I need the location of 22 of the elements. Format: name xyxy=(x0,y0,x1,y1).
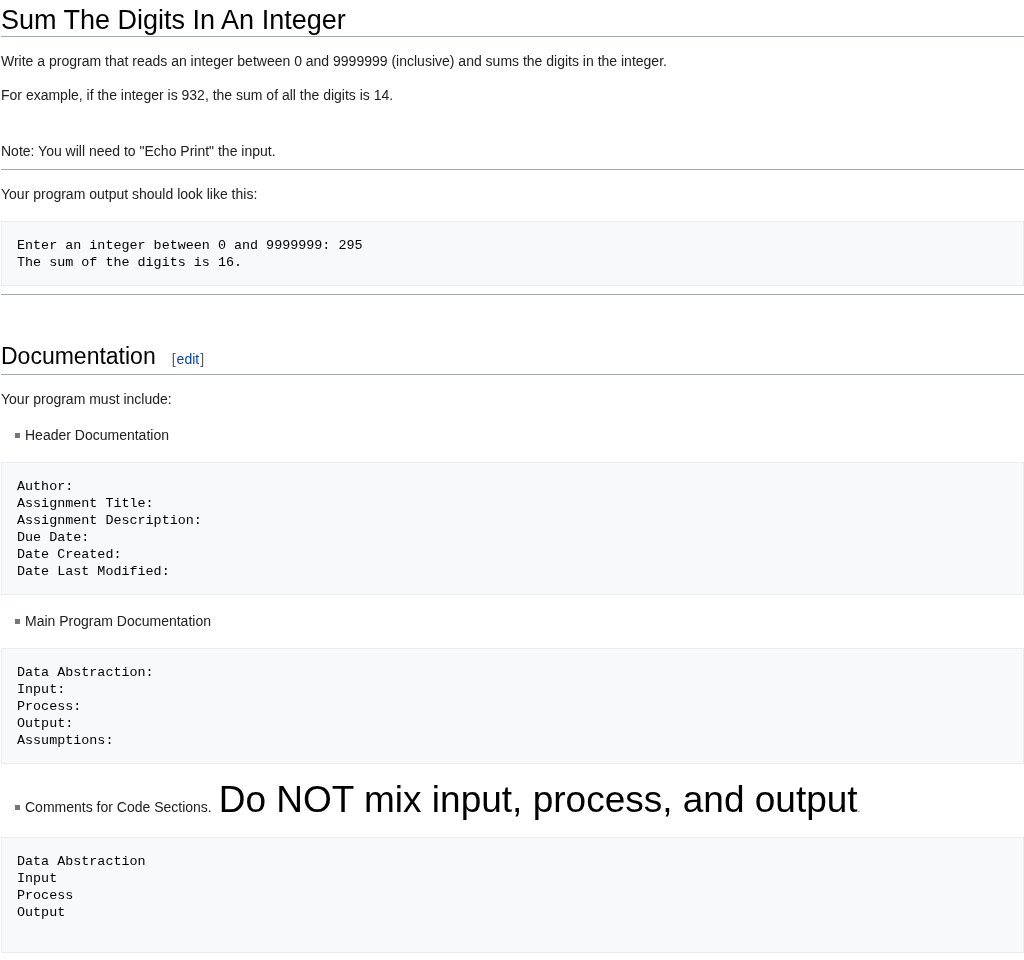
bracket: [ xyxy=(171,351,176,367)
page-title: Sum The Digits In An Integer xyxy=(1,0,1024,37)
bracket: ] xyxy=(200,351,205,367)
callout-text: Do NOT mix input, process, and output xyxy=(218,780,858,820)
bullet-icon xyxy=(15,619,20,624)
paragraph: Your program must include: xyxy=(1,390,173,409)
list-item: Comments for Code Sections. xyxy=(25,798,212,817)
edit-link[interactable]: edit xyxy=(176,351,200,367)
bullet-icon xyxy=(15,805,20,810)
section-heading: Documentation xyxy=(1,342,156,371)
paragraph: Your program output should look like this: xyxy=(1,185,259,204)
paragraph: Note: You will need to "Echo Print" the input. xyxy=(1,142,277,161)
list-item: Main Program Documentation xyxy=(25,612,211,631)
paragraph: For example, if the integer is 932, the sum of all the digits is 14. xyxy=(1,86,395,105)
paragraph: Write a program that reads an integer between 0 and 9999999 (inclusive) and sums the digits in the integer. xyxy=(1,52,668,71)
bullet-icon xyxy=(15,433,20,438)
code-block: Data Abstraction Input Process Output xyxy=(1,837,1024,953)
code-block: Author: Assignment Title: Assignment Description: Due Date: Date Created: Date Last Modified: xyxy=(1,462,1024,595)
period: . xyxy=(857,805,860,814)
list-item: Header Documentation xyxy=(25,426,169,445)
code-block: Data Abstraction: Input: Process: Output: Assumptions: xyxy=(1,648,1024,764)
code-block: Enter an integer between 0 and 9999999: 295 The sum of the digits is 16. xyxy=(1,221,1024,286)
